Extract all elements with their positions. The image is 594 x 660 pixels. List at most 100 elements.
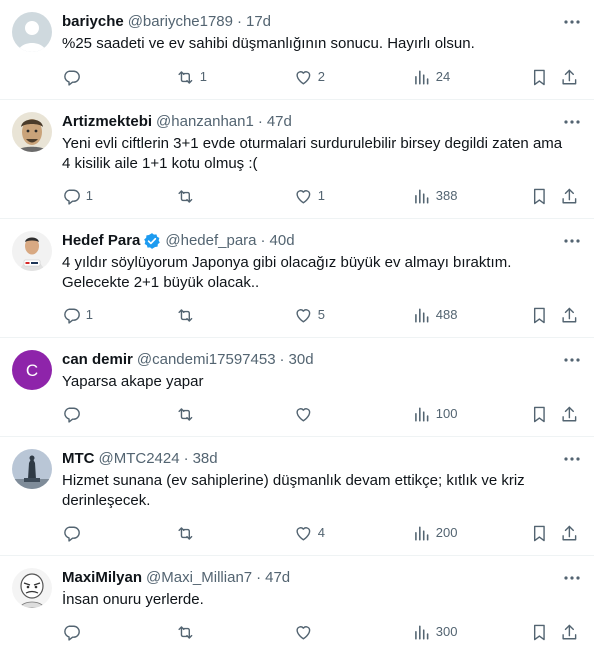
timestamp[interactable]: 47d xyxy=(267,112,292,132)
display-name[interactable]: Artizmektebi xyxy=(62,112,152,132)
timestamp[interactable]: 30d xyxy=(289,350,314,370)
reply-button[interactable]: 1 xyxy=(62,305,93,325)
display-name[interactable]: bariyche xyxy=(62,12,124,32)
views-chart-icon xyxy=(412,306,431,325)
avatar-letter: C xyxy=(26,361,38,380)
bookmark-icon xyxy=(530,623,549,642)
bookmark-icon xyxy=(530,187,549,206)
share-button[interactable] xyxy=(560,622,579,642)
view-count: 24 xyxy=(435,69,451,84)
user-handle[interactable]: @candemi17597453 xyxy=(137,350,276,370)
reply-button[interactable] xyxy=(62,523,86,543)
views-button[interactable]: 100 xyxy=(412,404,457,424)
reply-button[interactable] xyxy=(62,622,86,642)
heart-icon xyxy=(294,524,313,543)
more-dots-icon[interactable] xyxy=(562,231,582,251)
avatar[interactable]: C xyxy=(12,350,52,390)
user-handle[interactable]: @hedef_para xyxy=(165,231,256,251)
avatar[interactable] xyxy=(12,112,52,152)
avatar[interactable] xyxy=(12,231,52,271)
share-button[interactable] xyxy=(560,523,579,543)
bookmark-icon xyxy=(530,405,549,424)
tweet-text-line: derinleşecek. xyxy=(62,492,151,509)
timestamp[interactable]: 47d xyxy=(265,568,290,588)
views-button[interactable]: 200 xyxy=(412,523,457,543)
timestamp[interactable]: 40d xyxy=(270,231,295,251)
more-dots-icon[interactable] xyxy=(562,568,582,588)
like-button[interactable]: 5 xyxy=(294,305,325,325)
reply-button[interactable]: 1 xyxy=(62,186,93,206)
retweet-button[interactable] xyxy=(176,404,200,424)
retweet-icon xyxy=(176,306,195,325)
user-handle[interactable]: @MTC2424 xyxy=(99,449,180,469)
view-count: 488 xyxy=(435,307,458,322)
views-button[interactable]: 388 xyxy=(412,186,457,206)
share-button[interactable] xyxy=(560,305,579,325)
bookmark-button[interactable] xyxy=(530,305,549,325)
tweet[interactable]: C can demir @candemi17597453 · 30d Yapar… xyxy=(0,338,594,437)
bookmark-button[interactable] xyxy=(530,186,549,206)
retweet-button[interactable] xyxy=(176,305,200,325)
like-count: 1 xyxy=(317,188,325,203)
tweet[interactable]: bariyche @bariyche1789 · 17d %25 saadeti… xyxy=(0,0,594,100)
bookmark-button[interactable] xyxy=(530,404,549,424)
like-button[interactable] xyxy=(294,622,318,642)
like-button[interactable] xyxy=(294,404,318,424)
more-dots-icon[interactable] xyxy=(562,350,582,370)
retweet-button[interactable] xyxy=(176,523,200,543)
views-chart-icon xyxy=(412,524,431,543)
heart-icon xyxy=(294,306,313,325)
share-button[interactable] xyxy=(560,186,579,206)
tweet-text-line: %25 saadeti ve ev sahibi düşmanlığının s… xyxy=(62,35,475,52)
avatar[interactable] xyxy=(12,568,52,608)
bookmark-icon xyxy=(530,524,549,543)
like-button[interactable]: 1 xyxy=(294,186,325,206)
share-icon xyxy=(560,524,579,543)
heart-icon xyxy=(294,68,313,87)
reply-icon xyxy=(62,524,81,543)
bookmark-button[interactable] xyxy=(530,523,549,543)
retweet-button[interactable]: 1 xyxy=(176,67,207,87)
views-button[interactable]: 488 xyxy=(412,305,457,325)
more-dots-icon[interactable] xyxy=(562,449,582,469)
timestamp[interactable]: 17d xyxy=(246,12,271,32)
share-button[interactable] xyxy=(560,67,579,87)
share-icon xyxy=(560,623,579,642)
action-bar: 4 200 xyxy=(62,523,582,543)
reply-icon xyxy=(62,306,81,325)
timestamp[interactable]: 38d xyxy=(193,449,218,469)
bookmark-button[interactable] xyxy=(530,622,549,642)
tweet-text-line: 4 yıldır söylüyorum Japonya gibi olacağı… xyxy=(62,254,512,271)
user-handle[interactable]: @bariyche1789 xyxy=(128,12,233,32)
like-button[interactable]: 2 xyxy=(294,67,325,87)
display-name[interactable]: MTC xyxy=(62,449,95,469)
more-dots-icon[interactable] xyxy=(562,112,582,132)
tweet-text: Yeni evli ciftlerin 3+1 evde oturmalari … xyxy=(62,134,582,174)
tweet-text: 4 yıldır söylüyorum Japonya gibi olacağı… xyxy=(62,253,582,293)
retweet-button[interactable] xyxy=(176,186,200,206)
avatar[interactable] xyxy=(12,449,52,489)
share-button[interactable] xyxy=(560,404,579,424)
reply-button[interactable] xyxy=(62,404,86,424)
display-name[interactable]: MaxiMilyan xyxy=(62,568,142,588)
tweet[interactable]: MTC @MTC2424 · 38d Hizmet sunana (ev sah… xyxy=(0,437,594,556)
bookmark-button[interactable] xyxy=(530,67,549,87)
reply-count: 1 xyxy=(85,188,93,203)
views-button[interactable]: 300 xyxy=(412,622,457,642)
tweet[interactable]: Hedef Para @hedef_para · 40d 4 yıldır sö… xyxy=(0,219,594,338)
reply-button[interactable] xyxy=(62,67,86,87)
avatar[interactable] xyxy=(12,12,52,52)
views-button[interactable]: 24 xyxy=(412,67,450,87)
like-button[interactable]: 4 xyxy=(294,523,325,543)
tweet[interactable]: MaxiMilyan @Maxi_Millian7 · 47d İnsan on… xyxy=(0,556,594,660)
display-name[interactable]: Hedef Para xyxy=(62,231,140,251)
user-handle[interactable]: @hanzanhan1 xyxy=(156,112,254,132)
tweet[interactable]: Artizmektebi @hanzanhan1 · 47d Yeni evli… xyxy=(0,100,594,219)
heart-icon xyxy=(294,405,313,424)
more-dots-icon[interactable] xyxy=(562,12,582,32)
user-handle[interactable]: @Maxi_Millian7 xyxy=(146,568,252,588)
display-name[interactable]: can demir xyxy=(62,350,133,370)
share-icon xyxy=(560,306,579,325)
retweet-count: 1 xyxy=(199,69,207,84)
retweet-button[interactable] xyxy=(176,622,200,642)
